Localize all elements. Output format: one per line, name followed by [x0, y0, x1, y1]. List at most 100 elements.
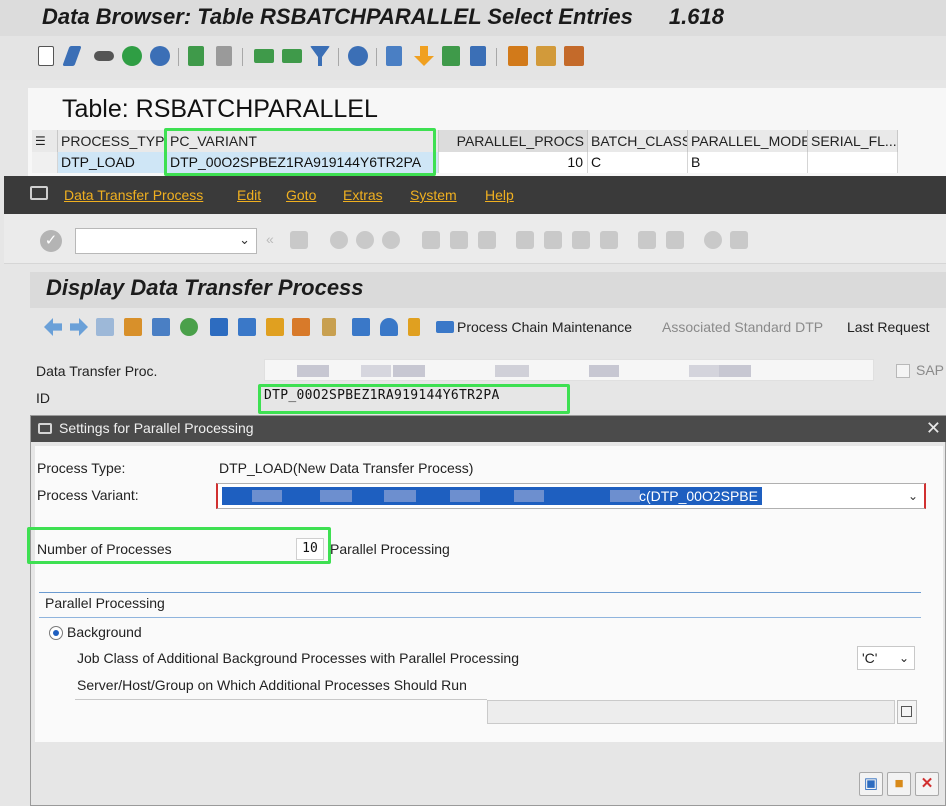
forward-arrow-icon[interactable] — [70, 318, 88, 336]
enter-check-icon[interactable]: ✓ — [40, 230, 62, 252]
dialog-title: Settings for Parallel Processing — [59, 420, 254, 436]
process-type-value: DTP_LOAD(New Data Transfer Process) — [219, 460, 474, 476]
job-class-dropdown[interactable]: 'C' ⌄ — [857, 646, 915, 670]
job-class-value: 'C' — [862, 650, 878, 666]
column-header-batch-class[interactable]: BATCH_CLASS — [588, 130, 688, 152]
filter-icon[interactable] — [310, 46, 330, 66]
menu-data-transfer-process[interactable]: Data Transfer Process — [64, 187, 203, 203]
separator — [496, 48, 497, 66]
cell-batch-class[interactable]: C — [588, 152, 688, 173]
menu-edit[interactable]: Edit — [237, 187, 261, 203]
column-header-parallel-mode[interactable]: PARALLEL_MODE — [688, 130, 808, 152]
menu-system[interactable]: System — [410, 187, 457, 203]
transport-button[interactable]: ■ — [887, 772, 911, 796]
data-browser-title: Data Browser: Table RSBATCHPARALLEL Sele… — [42, 4, 724, 29]
save-icon — [290, 231, 308, 249]
details-icon[interactable] — [348, 46, 368, 66]
server-input[interactable] — [487, 700, 895, 724]
process-variant-label: Process Variant: — [37, 487, 139, 503]
magic-wand-icon[interactable] — [322, 318, 336, 336]
window-menu-icon[interactable] — [30, 186, 48, 200]
last-request-button[interactable]: Last Request — [847, 319, 930, 335]
history-back-icon: « — [266, 231, 274, 247]
column-header-process-type[interactable]: PROCESS_TYPE — [58, 130, 167, 152]
check-table-alt-icon[interactable] — [216, 46, 232, 66]
layout-grid-icon[interactable] — [508, 46, 528, 66]
process-variant-selection: c(DTP_00O2SPBE — [222, 487, 762, 505]
process-variant-dropdown[interactable]: c(DTP_00O2SPBE ⌄ — [216, 483, 926, 509]
data-browser-title-bar: Data Browser: Table RSBATCHPARALLEL Sele… — [0, 0, 946, 36]
chevron-down-icon[interactable]: ⌄ — [908, 489, 918, 503]
help-icon — [704, 231, 722, 249]
entry-count: 1.618 — [668, 4, 724, 29]
column-header-parallel-procs[interactable]: PARALLEL_PROCS — [439, 130, 588, 152]
layout-manage-icon[interactable] — [564, 46, 584, 66]
print-icon[interactable] — [470, 46, 486, 66]
menu-help[interactable]: Help — [485, 187, 514, 203]
stack-icon[interactable] — [408, 318, 420, 336]
command-field[interactable]: ⌄ — [75, 228, 257, 254]
parallel-processing-suffix: Parallel Processing — [330, 541, 450, 557]
activate-icon[interactable] — [210, 318, 228, 336]
dialog-title-bar: Settings for Parallel Processing ✕ — [31, 416, 946, 442]
server-value-help-button[interactable] — [897, 700, 917, 724]
save-button[interactable]: ▣ — [859, 772, 883, 796]
list-icon[interactable] — [96, 318, 114, 336]
copy-icon[interactable] — [266, 318, 284, 336]
column-header-serial-flag[interactable]: SERIAL_FL... — [808, 130, 898, 152]
row-selector[interactable] — [32, 152, 58, 173]
process-chain-icon[interactable] — [436, 321, 454, 333]
select-all-icon[interactable]: ☰ — [32, 130, 58, 152]
dtp-title-bar: Display Data Transfer Process — [30, 272, 946, 308]
monitor-icon[interactable] — [238, 318, 256, 336]
switch-icon[interactable] — [180, 318, 198, 336]
cell-parallel-procs[interactable]: 10 — [439, 152, 588, 173]
new-document-icon[interactable] — [38, 46, 54, 66]
where-used-icon[interactable] — [122, 46, 142, 66]
background-radio[interactable] — [49, 626, 63, 640]
glasses-icon[interactable] — [94, 51, 114, 61]
separator — [178, 48, 179, 66]
chevron-down-icon: ⌄ — [239, 232, 250, 247]
structure-icon[interactable] — [292, 318, 310, 336]
parallel-processing-group: Parallel Processing Background Job Class… — [39, 592, 921, 724]
menu-extras[interactable]: Extras — [343, 187, 383, 203]
check-table-icon[interactable] — [188, 46, 204, 66]
find-next-icon — [478, 231, 496, 249]
send-icon[interactable] — [442, 46, 460, 66]
separator — [242, 48, 243, 66]
cell-serial-flag[interactable] — [808, 152, 898, 173]
close-icon[interactable]: ✕ — [926, 418, 941, 439]
job-class-label: Job Class of Additional Background Proce… — [77, 650, 520, 666]
transport-icon[interactable] — [380, 318, 398, 336]
standard-toolbar: ✓ ⌄ « — [4, 214, 946, 264]
back-icon — [330, 231, 348, 249]
exit-icon — [356, 231, 374, 249]
refresh-icon[interactable] — [150, 46, 170, 66]
menu-goto[interactable]: Goto — [286, 187, 316, 203]
background-label: Background — [67, 624, 142, 640]
sort-descending-icon[interactable] — [282, 49, 302, 63]
table-title: Table: RSBATCHPARALLEL — [62, 95, 378, 123]
shortcut-icon — [666, 231, 684, 249]
radio-dot — [53, 630, 59, 636]
window-icon — [38, 423, 52, 434]
highlight-number-of-processes — [27, 527, 331, 564]
cancel-button[interactable]: ✕ — [915, 772, 939, 796]
layout-choose-icon[interactable] — [536, 46, 556, 66]
cell-parallel-mode[interactable]: B — [688, 152, 808, 173]
sort-ascending-icon[interactable] — [254, 49, 274, 63]
edit-pencil-icon[interactable] — [62, 46, 82, 66]
download-arrow-icon[interactable] — [414, 46, 434, 66]
hierarchy-icon[interactable] — [124, 318, 142, 336]
tools-icon[interactable] — [152, 318, 170, 336]
associated-standard-dtp-button: Associated Standard DTP — [662, 319, 824, 335]
sap-checkbox — [896, 364, 910, 378]
process-chain-maintenance-button[interactable]: Process Chain Maintenance — [457, 319, 632, 335]
cell-process-type[interactable]: DTP_LOAD — [58, 152, 167, 173]
export-icon[interactable] — [386, 46, 402, 66]
delete-icon[interactable] — [352, 318, 370, 336]
chevron-down-icon[interactable]: ⌄ — [899, 651, 909, 665]
back-arrow-icon[interactable] — [44, 318, 62, 336]
last-page-icon — [600, 231, 618, 249]
